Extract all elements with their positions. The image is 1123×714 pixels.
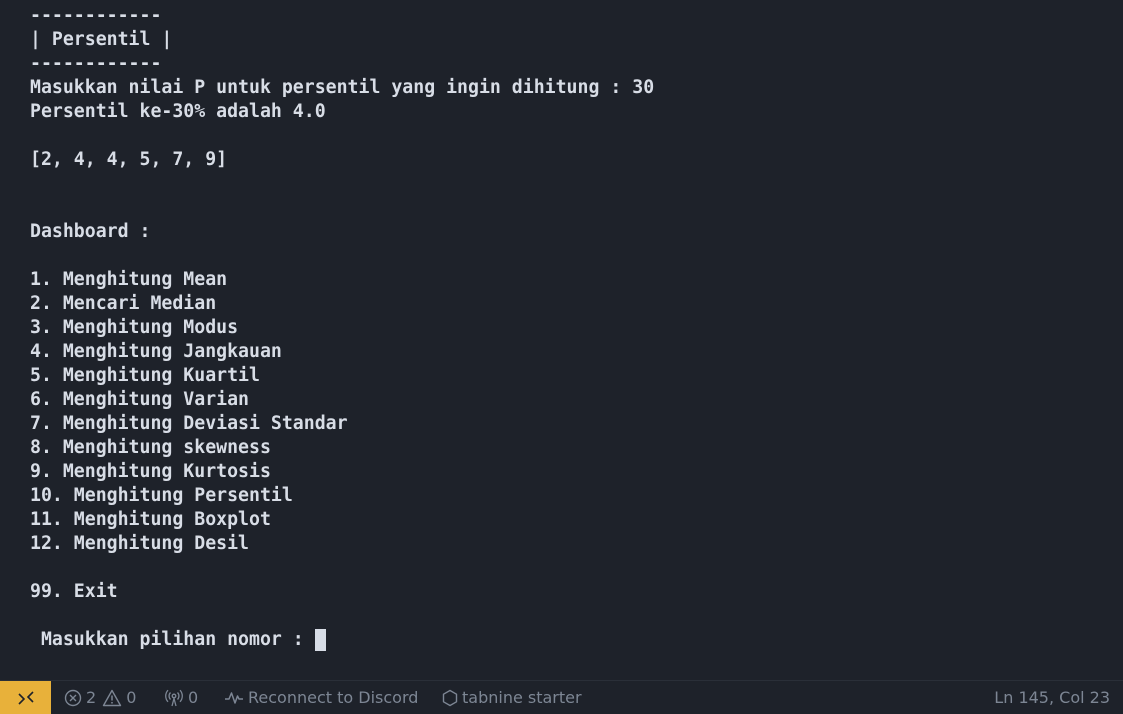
ports-count: 0: [188, 688, 199, 707]
warning-icon: [102, 689, 122, 707]
remote-button[interactable]: [0, 681, 51, 714]
prompt-text: Masukkan pilihan nomor :: [30, 629, 315, 650]
terminal-line: 12. Menghitung Desil: [30, 533, 249, 554]
terminal-output: ------------ | Persentil | ------------ …: [30, 4, 654, 652]
terminal-line: 4. Menghitung Jangkauan: [30, 341, 282, 362]
terminal-line: 5. Menghitung Kuartil: [30, 365, 260, 386]
ports-indicator[interactable]: 0: [164, 681, 198, 714]
discord-reconnect[interactable]: Reconnect to Discord: [224, 681, 418, 714]
discord-label: Reconnect to Discord: [248, 688, 419, 707]
cursor-position[interactable]: Ln 145, Col 23: [994, 681, 1110, 714]
terminal-line: Persentil ke-30% adalah 4.0: [30, 101, 326, 122]
terminal-line: 3. Menghitung Modus: [30, 317, 239, 338]
terminal-panel[interactable]: ------------ | Persentil | ------------ …: [0, 0, 1123, 680]
terminal-cursor: [314, 629, 326, 651]
errors-count: 2: [86, 688, 97, 707]
terminal-line: 6. Menghitung Varian: [30, 389, 249, 410]
terminal-line: 7. Menghitung Deviasi Standar: [30, 413, 348, 434]
terminal-line: [2, 4, 4, 5, 7, 9]: [30, 149, 228, 170]
terminal-line: 1. Menghitung Mean: [30, 269, 228, 290]
terminal-line: 9. Menghitung Kurtosis: [30, 461, 271, 482]
status-bar: 2 0 0 Reconnect to Discord tabnine start…: [0, 680, 1123, 714]
terminal-line: Masukkan nilai P untuk persentil yang in…: [30, 77, 655, 98]
terminal-line: 2. Mencari Median: [30, 293, 217, 314]
terminal-line: 11. Menghitung Boxplot: [30, 509, 271, 530]
tabnine-label: tabnine starter: [462, 688, 582, 707]
terminal-prompt[interactable]: Masukkan pilihan nomor :: [30, 628, 654, 652]
tabnine-status[interactable]: tabnine starter: [442, 681, 582, 714]
remote-connection-icon: [17, 690, 35, 706]
terminal-line: ------------: [30, 53, 162, 74]
terminal-line: | Persentil |: [30, 29, 173, 50]
pulse-icon: [224, 690, 244, 706]
terminal-line: 99. Exit: [30, 581, 118, 602]
terminal-line: Dashboard :: [30, 221, 151, 242]
warnings-count: 0: [126, 688, 137, 707]
terminal-line: 8. Menghitung skewness: [30, 437, 271, 458]
broadcast-icon: [164, 689, 184, 707]
problems-indicator[interactable]: 2 0: [64, 681, 136, 714]
terminal-line: ------------: [30, 5, 162, 26]
cursor-position-label: Ln 145, Col 23: [994, 688, 1110, 707]
tabnine-icon: [442, 689, 458, 707]
error-icon: [64, 689, 82, 707]
terminal-line: 10. Menghitung Persentil: [30, 485, 293, 506]
